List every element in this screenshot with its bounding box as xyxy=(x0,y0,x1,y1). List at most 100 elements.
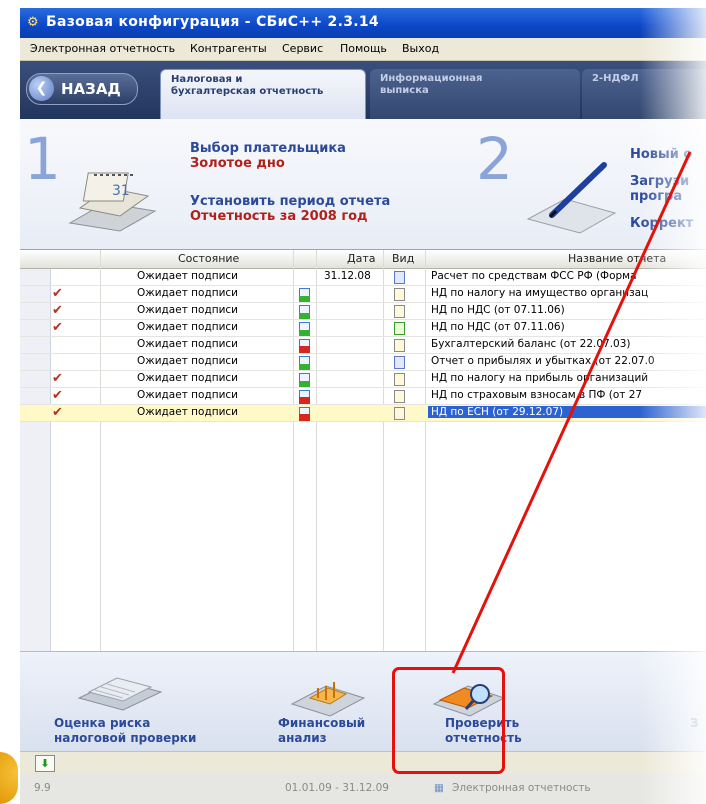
document-icon xyxy=(394,322,405,335)
window-title: Базовая конфигурация - СБиС++ 2.3.14 xyxy=(46,14,379,30)
tab-info-extract[interactable]: Информационная выписка xyxy=(370,69,580,119)
risk-assessment-button[interactable]: Оценка риска налоговой проверки xyxy=(54,716,196,746)
row-report-name: НД по НДС (от 07.11.06) xyxy=(431,321,565,333)
col-header-name[interactable]: Название отчета xyxy=(568,252,666,265)
table-row[interactable]: ✔ Ожидает подписи НД по НДС (от 07.11.06) xyxy=(20,303,706,320)
table-row[interactable]: ✔ Ожидает подписи НД по НДС (от 07.11.06) xyxy=(20,320,706,337)
title-bar: ⚙ Базовая конфигурация - СБиС++ 2.3.14 xyxy=(20,8,706,38)
financial-analysis-button[interactable]: Финансовый анализ xyxy=(278,716,365,746)
step-number-2: 2 xyxy=(476,125,513,193)
check-reports-button[interactable]: Проверить отчетность xyxy=(445,716,522,746)
row-state: Ожидает подписи xyxy=(137,355,238,367)
tab-label-line1: Информационная xyxy=(380,73,483,84)
svg-text:31: 31 xyxy=(112,183,130,199)
table-row[interactable]: Ожидает подписи 31.12.08 Расчет по средств… xyxy=(20,269,706,286)
action-toolbar: Оценка риска налоговой проверки Финансов… xyxy=(20,651,706,752)
document-icon xyxy=(394,407,405,420)
table-row[interactable]: ✔ Ожидает подписи НД по ЕСН (от 29.12.07) xyxy=(20,405,706,422)
extra-tool-label[interactable]: З xyxy=(690,716,699,731)
row-state: Ожидает подписи xyxy=(137,304,238,316)
payer-value: Золотое дно xyxy=(190,156,285,171)
correct-link[interactable]: Коррект xyxy=(630,216,693,231)
row-report-name: НД по страховым взносам в ПФ (от 27 xyxy=(431,389,643,401)
checked-mark-icon[interactable]: ✔ xyxy=(52,371,63,386)
row-report-name: Бухгалтерский баланс (от 22.07.03) xyxy=(431,338,631,350)
download-arrow-icon: ⬇ xyxy=(40,757,50,770)
fin-line2: анализ xyxy=(278,731,327,745)
status-period[interactable]: 01.01.09 - 31.12.09 xyxy=(285,782,389,794)
pen-sign-icon xyxy=(526,162,617,234)
menu-item-counterparties[interactable]: Контрагенты xyxy=(190,42,267,55)
tab-label-line1: Налоговая и xyxy=(171,74,243,85)
period-label: Установить период отчета xyxy=(190,194,391,209)
table-row[interactable]: Ожидает подписи Отчет о прибылях и убытка… xyxy=(20,354,706,371)
menu-item-reporting[interactable]: Электронная отчетность xyxy=(30,42,175,55)
col-header-kind[interactable]: Вид xyxy=(392,252,414,265)
col-header-date[interactable]: Дата xyxy=(347,252,375,265)
app-window: ⚙ Базовая конфигурация - СБиС++ 2.3.14 Э… xyxy=(20,8,706,804)
checked-mark-icon[interactable]: ✔ xyxy=(52,320,63,335)
signed-status-icon xyxy=(299,305,310,319)
signed-status-icon xyxy=(299,288,310,302)
table-row[interactable]: ✔ Ожидает подписи НД по налогу на имуществ… xyxy=(20,286,706,303)
status-bar: 9.9 01.01.09 - 31.12.09 ▦ Электронная от… xyxy=(20,773,706,804)
error-status-icon xyxy=(299,407,310,421)
nav-bar: ❮ НАЗАД Налоговая и бухгалтерская отчетн… xyxy=(20,61,706,119)
checked-mark-icon[interactable]: ✔ xyxy=(52,286,63,301)
risk-assessment-icon xyxy=(77,677,163,711)
checked-mark-icon[interactable]: ✔ xyxy=(52,388,63,403)
app-icon: ⚙ xyxy=(27,15,39,30)
status-mode[interactable]: Электронная отчетность xyxy=(452,782,591,794)
signed-status-icon xyxy=(299,322,310,336)
row-state: Ожидает подписи xyxy=(137,287,238,299)
table-row[interactable]: ✔ Ожидает подписи НД по налогу на прибыль … xyxy=(20,371,706,388)
menu-bar: Электронная отчетность Контрагенты Серви… xyxy=(20,38,706,61)
payer-label: Выбор плательщика xyxy=(190,141,346,156)
set-period-link[interactable]: Установить период отчета Отчетность за 2… xyxy=(190,194,390,224)
document-icon xyxy=(394,288,405,301)
menu-item-exit[interactable]: Выход xyxy=(402,42,439,55)
table-row[interactable]: Ожидает подписи Бухгалтерский баланс (от … xyxy=(20,337,706,354)
load-program-link[interactable]: Загрузи програ xyxy=(630,174,689,204)
calendar-icon: 31 xyxy=(68,172,157,232)
tab-2ndfl[interactable]: 2-НДФЛ xyxy=(582,69,706,119)
error-status-icon xyxy=(299,390,310,404)
row-report-name: НД по ЕСН (от 29.12.07) xyxy=(428,406,706,418)
row-state: Ожидает подписи xyxy=(137,389,238,401)
load-line2: програ xyxy=(630,189,683,204)
col-header-state[interactable]: Состояние xyxy=(178,252,239,265)
error-status-icon xyxy=(299,339,310,353)
row-state: Ожидает подписи xyxy=(137,321,238,333)
row-report-name: Расчет по средствам ФСС РФ (Форма xyxy=(431,270,637,282)
download-button[interactable]: ⬇ xyxy=(35,755,55,772)
tab-tax-accounting[interactable]: Налоговая и бухгалтерская отчетность xyxy=(160,69,366,119)
period-value: Отчетность за 2008 год xyxy=(190,209,368,224)
row-report-name: Отчет о прибылях и убытках (от 22.07.0 xyxy=(431,355,655,367)
menu-item-service[interactable]: Сервис xyxy=(282,42,323,55)
menu-item-help[interactable]: Помощь xyxy=(340,42,387,55)
signed-status-icon xyxy=(299,373,310,387)
reports-table: Состояние Дата Вид Название отчета Ожида… xyxy=(20,249,706,652)
financial-chart-icon xyxy=(290,682,366,717)
load-line1: Загрузи xyxy=(630,174,690,189)
checked-mark-icon[interactable]: ✔ xyxy=(52,405,63,420)
tab-label-line1: 2-НДФЛ xyxy=(592,73,639,84)
check-line2: отчетность xyxy=(445,731,522,745)
checked-mark-icon[interactable]: ✔ xyxy=(52,303,63,318)
row-report-name: НД по налогу на имущество организац xyxy=(431,287,649,299)
step-number-1: 1 xyxy=(24,125,61,193)
row-state: Ожидает подписи xyxy=(137,372,238,384)
back-button[interactable]: ❮ НАЗАД xyxy=(26,73,138,105)
new-report-link[interactable]: Новый о xyxy=(630,147,692,162)
document-icon xyxy=(394,305,405,318)
select-payer-link[interactable]: Выбор плательщика Золотое дно xyxy=(190,141,346,171)
table-row[interactable]: ✔ Ожидает подписи НД по страховым взносам … xyxy=(20,388,706,405)
row-report-name: НД по НДС (от 07.11.06) xyxy=(431,304,565,316)
tab-label-line2: бухгалтерская отчетность xyxy=(171,86,324,97)
check-line1: Проверить xyxy=(445,716,520,730)
document-icon xyxy=(394,356,405,369)
back-arrow-icon: ❮ xyxy=(29,76,54,101)
table-header: Состояние Дата Вид Название отчета xyxy=(20,250,706,269)
decorative-corner xyxy=(0,752,18,804)
wizard-banner: 1 31 Выбор плательщика Золотое дно Устан… xyxy=(20,119,706,250)
